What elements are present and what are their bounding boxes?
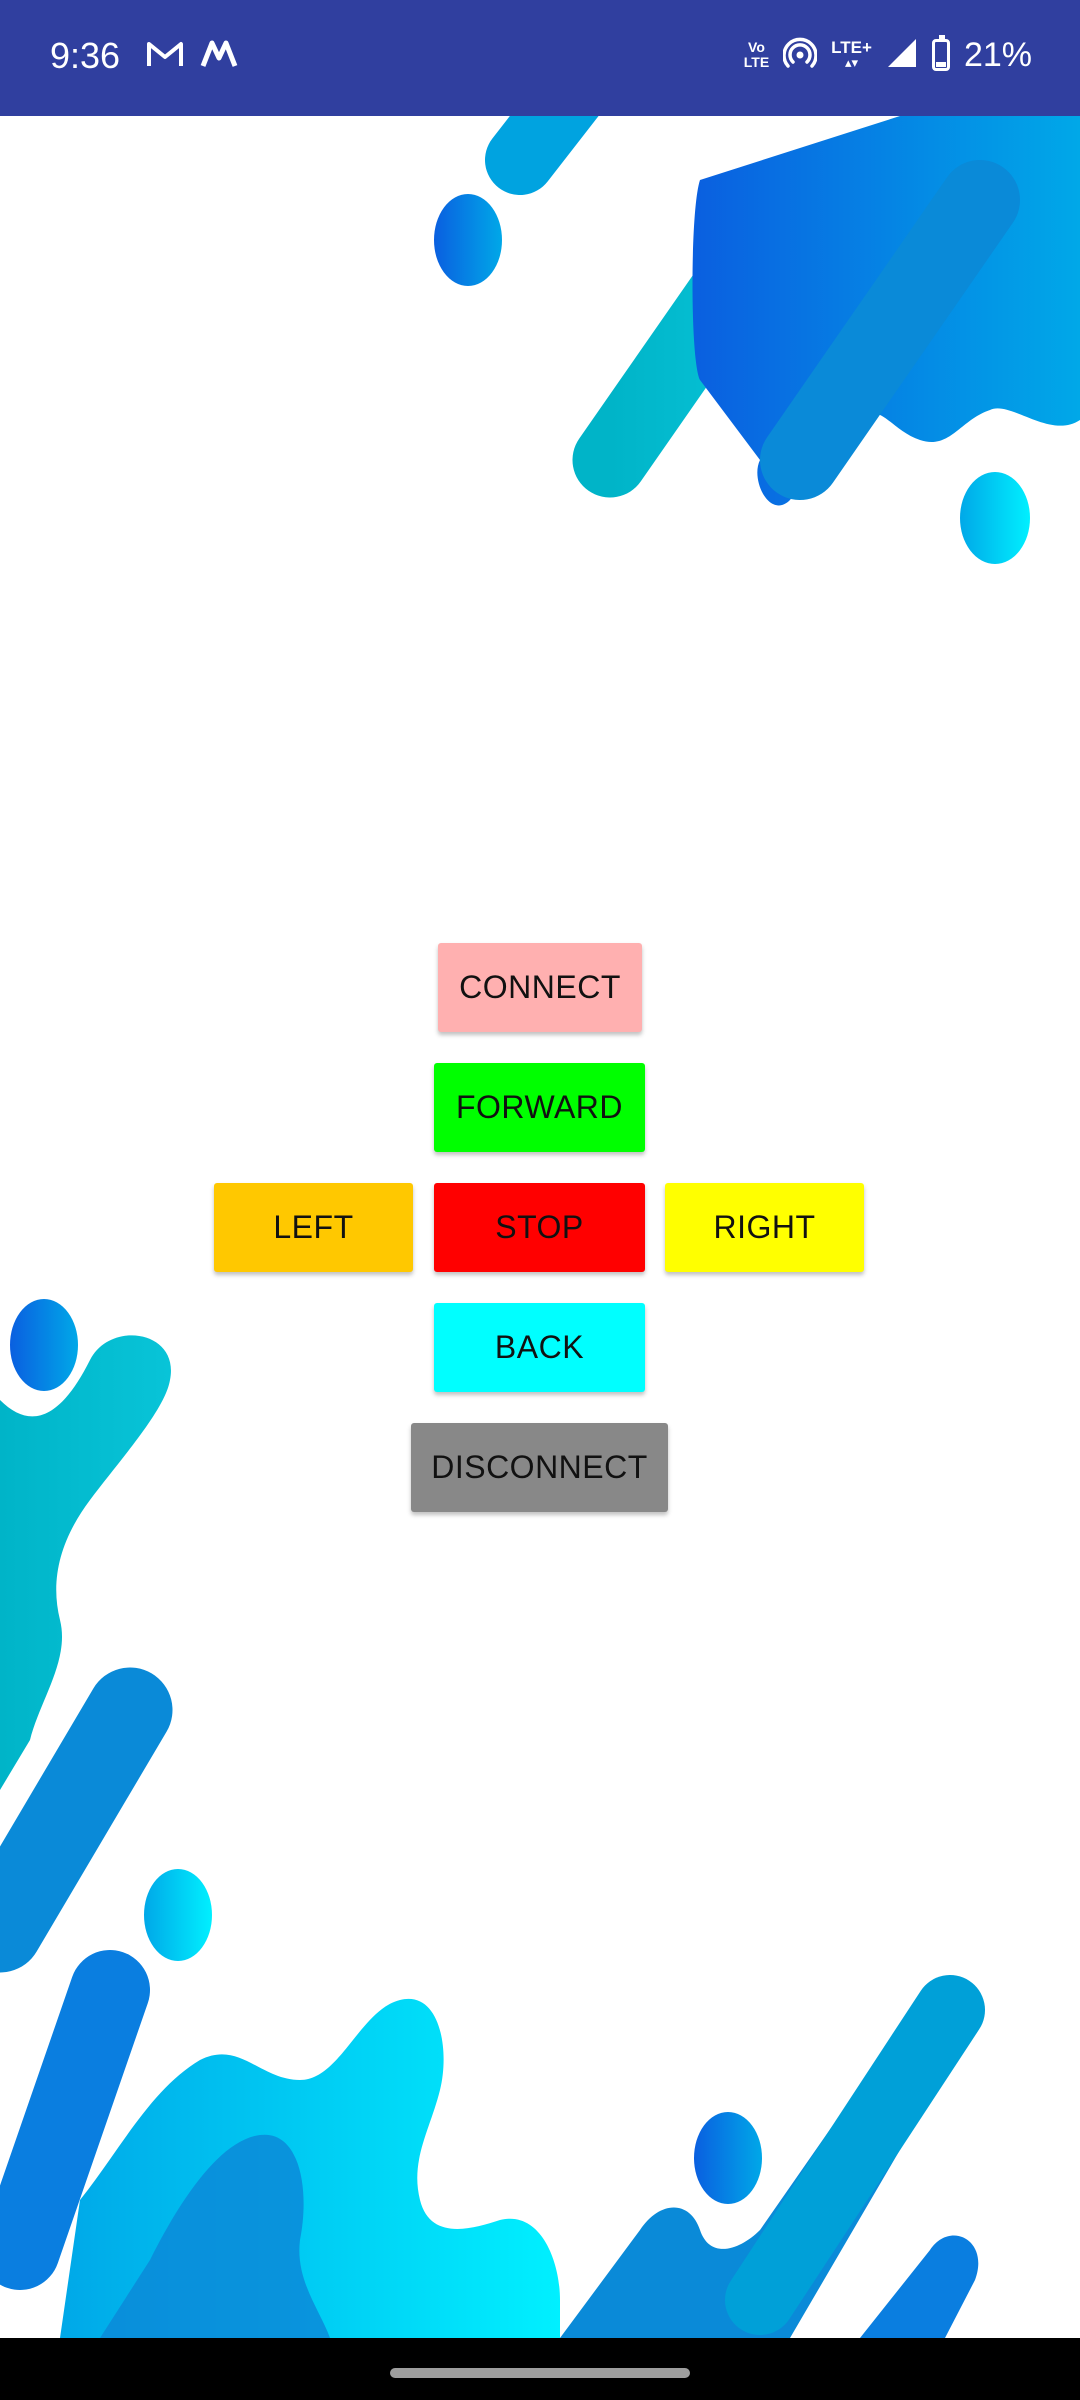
status-right-icons: Vo LTE LTE+ ▴▾ 21%	[744, 30, 1032, 80]
back-button[interactable]: BACK	[434, 1303, 645, 1392]
gmail-icon	[146, 40, 184, 74]
forward-button[interactable]: FORWARD	[434, 1063, 645, 1152]
left-button[interactable]: LEFT	[214, 1183, 413, 1272]
disconnect-button[interactable]: DISCONNECT	[411, 1423, 668, 1512]
myntra-icon	[200, 40, 238, 74]
battery-icon	[931, 35, 950, 71]
robot-controls: CONNECT FORWARD LEFT STOP RIGHT BACK DIS…	[0, 0, 1080, 2400]
connect-button[interactable]: CONNECT	[438, 943, 642, 1032]
volte-icon: Vo LTE	[744, 40, 769, 70]
home-gesture-handle[interactable]	[390, 2368, 690, 2378]
lte-plus-icon: LTE+ ▴▾	[831, 38, 872, 70]
network-label: LTE+	[831, 38, 872, 57]
battery-fill	[935, 61, 946, 67]
hotspot-icon	[782, 36, 818, 75]
status-bar: 9:36 Vo LTE LTE+ ▴▾ 21%	[0, 0, 1080, 116]
data-arrows-icon: ▴▾	[845, 55, 859, 70]
volte-label-top: Vo	[748, 39, 765, 55]
stop-button[interactable]: STOP	[434, 1183, 645, 1272]
status-time: 9:36	[50, 35, 121, 76]
volte-label-bottom: LTE	[743, 54, 770, 70]
signal-icon	[886, 37, 918, 74]
battery-percent: 21%	[963, 36, 1032, 74]
navigation-bar	[0, 2338, 1080, 2400]
right-button[interactable]: RIGHT	[665, 1183, 864, 1272]
